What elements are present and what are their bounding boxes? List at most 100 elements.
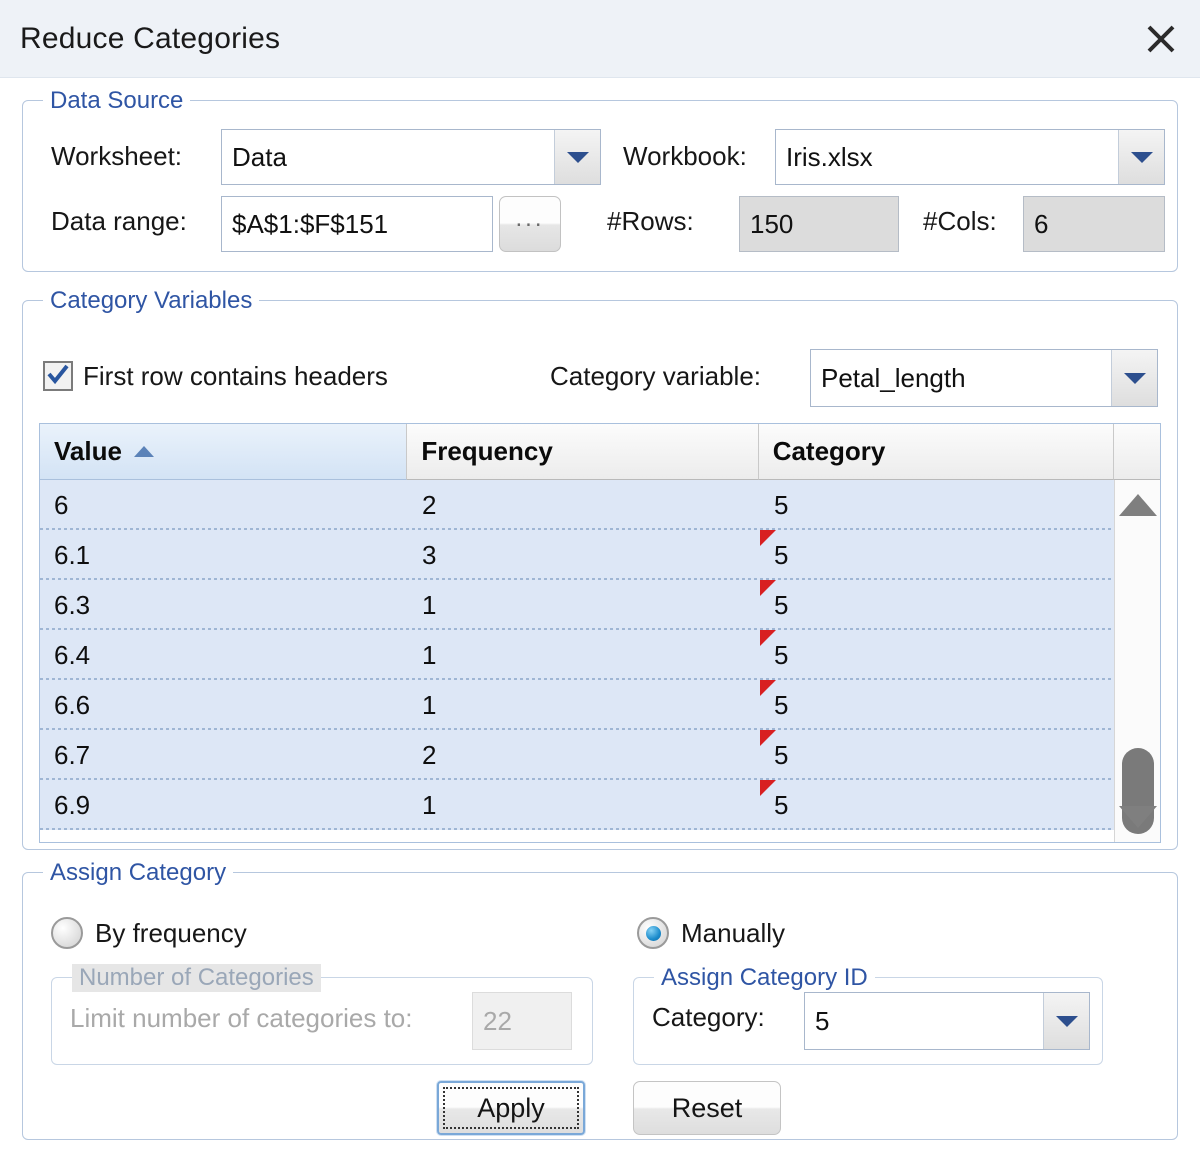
- column-header-value[interactable]: Value: [40, 424, 407, 480]
- cell-frequency-text: 2: [422, 740, 436, 771]
- column-header-value-label: Value: [54, 436, 122, 467]
- first-row-headers-label: First row contains headers: [83, 361, 388, 392]
- cell-value-text: 6.9: [54, 790, 90, 821]
- rows-label: #Rows:: [607, 206, 694, 237]
- chevron-down-icon[interactable]: [1118, 130, 1164, 184]
- table-row[interactable]: 6.3 15: [40, 580, 1160, 630]
- category-variables-legend: Category Variables: [43, 287, 259, 315]
- category-values-table[interactable]: Value Frequency Category 6256.1356.3156.…: [39, 423, 1161, 843]
- column-header-category-label: Category: [773, 436, 886, 467]
- cell-value[interactable]: 6.6: [40, 680, 408, 730]
- reset-button[interactable]: Reset: [633, 1081, 781, 1135]
- data-range-value: $A$1:$F$151: [232, 209, 388, 240]
- chevron-down-icon[interactable]: [1111, 350, 1157, 406]
- cell-value[interactable]: 6: [40, 480, 408, 530]
- cell-frequency[interactable]: 2: [408, 730, 760, 780]
- cell-category[interactable]: 5: [760, 530, 1116, 580]
- workbook-value: Iris.xlsx: [776, 130, 1118, 184]
- cell-value-text: 6: [54, 490, 68, 521]
- table-vertical-scrollbar[interactable]: [1114, 480, 1160, 842]
- column-header-frequency[interactable]: Frequency: [407, 424, 758, 480]
- chevron-down-icon[interactable]: [1043, 993, 1089, 1049]
- rows-value-field: 150: [739, 196, 899, 252]
- cell-frequency-text: 1: [422, 790, 436, 821]
- cell-category[interactable]: 5: [760, 630, 1116, 680]
- cell-frequency[interactable]: 2: [408, 480, 760, 530]
- workbook-combobox[interactable]: Iris.xlsx: [775, 129, 1165, 185]
- cell-category[interactable]: 5: [760, 580, 1116, 630]
- manually-radio[interactable]: [637, 917, 669, 949]
- cell-value[interactable]: 6.7: [40, 730, 408, 780]
- cell-frequency[interactable]: 1: [408, 630, 760, 680]
- table-body: 6256.1356.3156.4156.6156.7256.915: [40, 480, 1160, 830]
- cell-category-text: 5: [774, 690, 788, 721]
- first-row-headers-checkbox[interactable]: [43, 361, 73, 391]
- cell-value-text: 6.4: [54, 640, 90, 671]
- table-row[interactable]: 6.1 35: [40, 530, 1160, 580]
- cell-value[interactable]: 6.1: [40, 530, 408, 580]
- category-id-label: Category:: [652, 1002, 765, 1033]
- cell-frequency[interactable]: 1: [408, 580, 760, 630]
- by-frequency-radio[interactable]: [51, 917, 83, 949]
- chevron-down-icon[interactable]: [554, 130, 600, 184]
- category-variable-combobox[interactable]: Petal_length: [810, 349, 1158, 407]
- workbook-label: Workbook:: [623, 141, 747, 172]
- worksheet-combobox[interactable]: Data: [221, 129, 601, 185]
- assign-category-legend: Assign Category: [43, 859, 233, 887]
- number-of-categories-legend: Number of Categories: [72, 964, 321, 992]
- assign-category-id-group: Assign Category ID Category: 5: [633, 977, 1103, 1065]
- cell-value-text: 6.1: [54, 540, 90, 571]
- worksheet-label: Worksheet:: [51, 141, 182, 172]
- data-range-input[interactable]: $A$1:$F$151: [221, 196, 493, 252]
- by-frequency-label: By frequency: [95, 918, 247, 949]
- cell-category-text: 5: [774, 790, 788, 821]
- cell-frequency[interactable]: 1: [408, 780, 760, 830]
- data-source-group: Data Source Worksheet: Data Workbook: Ir…: [22, 100, 1178, 272]
- cell-flag-icon: [760, 780, 776, 796]
- cell-category[interactable]: 5: [760, 780, 1116, 830]
- cell-flag-icon: [760, 730, 776, 746]
- cell-frequency[interactable]: 3: [408, 530, 760, 580]
- cell-category[interactable]: 5: [760, 730, 1116, 780]
- apply-button[interactable]: Apply: [437, 1081, 585, 1135]
- category-id-value: 5: [805, 993, 1043, 1049]
- cell-value[interactable]: 6.4: [40, 630, 408, 680]
- worksheet-value: Data: [222, 130, 554, 184]
- column-header-category[interactable]: Category: [759, 424, 1114, 480]
- category-variable-value: Petal_length: [811, 350, 1111, 406]
- scroll-down-arrow-icon[interactable]: [1119, 806, 1157, 828]
- cell-category-text: 5: [774, 590, 788, 621]
- cell-frequency-text: 2: [422, 490, 436, 521]
- number-of-categories-group: Number of Categories Limit number of cat…: [51, 977, 593, 1065]
- data-source-legend: Data Source: [43, 87, 190, 115]
- table-row[interactable]: 6 2 5: [40, 480, 1160, 530]
- reset-button-label: Reset: [672, 1093, 743, 1124]
- data-range-label: Data range:: [51, 206, 187, 237]
- cell-flag-icon: [760, 680, 776, 696]
- category-variables-group: Category Variables First row contains he…: [22, 300, 1178, 850]
- category-id-combobox[interactable]: 5: [804, 992, 1090, 1050]
- cell-category-text: 5: [774, 540, 788, 571]
- close-button[interactable]: [1128, 6, 1194, 72]
- cell-category[interactable]: 5: [760, 480, 1116, 530]
- cell-value[interactable]: 6.9: [40, 780, 408, 830]
- column-header-spacer: [1114, 424, 1160, 480]
- sort-ascending-icon: [134, 446, 154, 457]
- table-row[interactable]: 6.7 2 5: [40, 730, 1160, 780]
- table-row[interactable]: 6.4 1 5: [40, 630, 1160, 680]
- cell-value-text: 6.6: [54, 690, 90, 721]
- dialog-titlebar: Reduce Categories: [0, 0, 1200, 78]
- scroll-up-arrow-icon[interactable]: [1119, 494, 1157, 516]
- cell-flag-icon: [760, 530, 776, 546]
- checkmark-icon: [45, 361, 71, 392]
- cell-value-text: 6.3: [54, 590, 90, 621]
- cell-frequency[interactable]: 1: [408, 680, 760, 730]
- cell-category-text: 5: [774, 490, 788, 521]
- cell-frequency-text: 1: [422, 640, 436, 671]
- cell-value[interactable]: 6.3: [40, 580, 408, 630]
- data-range-browse-button[interactable]: ...: [499, 196, 561, 252]
- cell-frequency-text: 1: [422, 690, 436, 721]
- table-row[interactable]: 6.9 1 5: [40, 780, 1160, 830]
- table-row[interactable]: 6.6 1 5: [40, 680, 1160, 730]
- cell-category[interactable]: 5: [760, 680, 1116, 730]
